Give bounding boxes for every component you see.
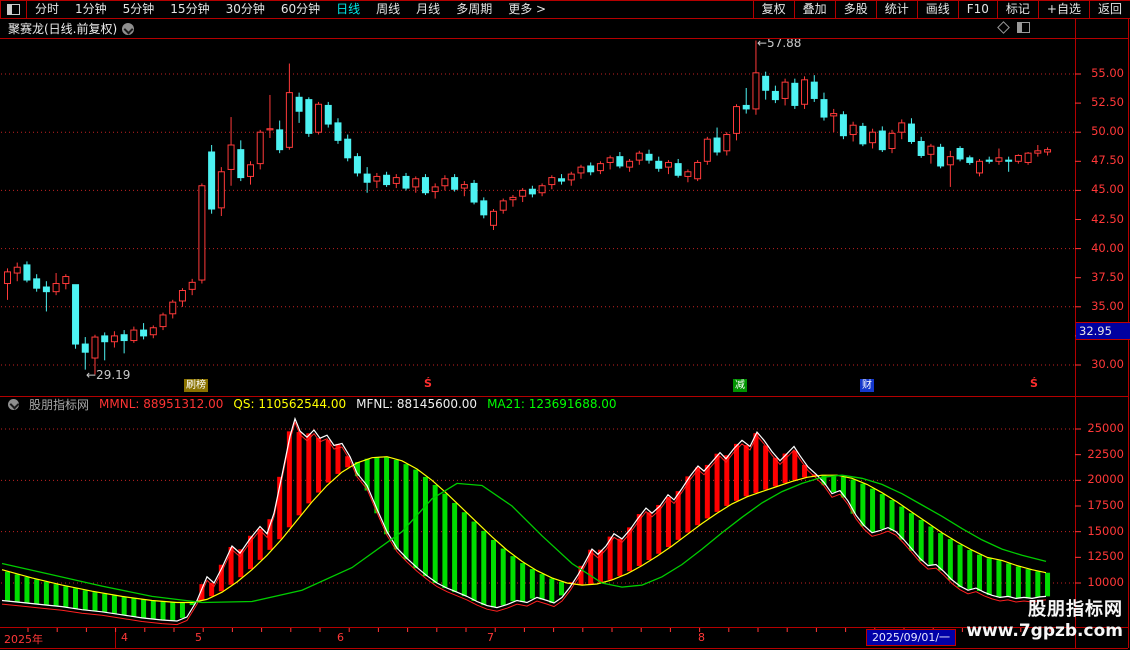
watermark-site-name: 股朋指标网 (1028, 599, 1123, 620)
indicator-axis-label: 12500 (1087, 549, 1124, 564)
toolbar-item-返回[interactable]: 返回 (1088, 1, 1130, 18)
month-label-8: 8 (698, 631, 705, 644)
toolbar-item-复权[interactable]: 复权 (752, 1, 794, 18)
month-label-4: 4 (121, 631, 128, 644)
toolbar-item-F10[interactable]: F10 (957, 1, 997, 18)
toolbar-item-画线[interactable]: 画线 (916, 1, 958, 18)
panel-split-icon[interactable] (1017, 22, 1030, 33)
last-date-badge: 2025/09/01/一 (866, 629, 956, 646)
chevron-down-icon[interactable] (122, 22, 135, 35)
toolbar-item-1分钟[interactable]: 1分钟 (67, 1, 115, 18)
year-label: 2025年 (4, 633, 43, 646)
app-window: 分时 1分钟 5分钟 15分钟 30分钟 60分钟 日线 周线 月线 多周期 更多 > 复权 叠加 多股… (0, 0, 1130, 650)
indicator-axis-label: 25000 (1087, 421, 1124, 435)
toolbar-item-30分钟[interactable]: 30分钟 (218, 1, 273, 18)
indicator-collapse-icon[interactable] (8, 398, 19, 410)
layout-split-icon[interactable] (0, 1, 27, 18)
toolbar-item-5分钟[interactable]: 5分钟 (115, 1, 163, 18)
month-label-6: 6 (337, 631, 344, 644)
indicator-axis-label: 15000 (1087, 523, 1124, 538)
indicator-value-MMNL: MMNL: 88951312.00 (99, 397, 224, 411)
indicator-value-QS: QS: 110562544.00 (233, 397, 347, 411)
period-menu: 分时 1分钟 5分钟 15分钟 30分钟 60分钟 日线 周线 月线 多周期 更多 > (0, 1, 554, 18)
toolbar-item-统计[interactable]: 统计 (875, 1, 917, 18)
watermark-url: www.7gpzb.com (966, 621, 1123, 641)
toolbar-item-多周期[interactable]: 多周期 (448, 1, 500, 18)
month-label-7: 7 (487, 631, 494, 644)
indicator-header: 股朋指标网 MMNL: 88951312.00 QS: 110562544.00 M… (3, 396, 617, 412)
indicator-axis-label: 20000 (1087, 472, 1124, 487)
toolbar-item-60分钟[interactable]: 60分钟 (273, 1, 328, 18)
toolbar-item-15分钟[interactable]: 15分钟 (162, 1, 217, 18)
function-menu: 复权 叠加 多股 统计 画线 F10 标记 +自选 返回 (752, 1, 1130, 18)
diamond-icon[interactable] (997, 21, 1010, 34)
toolbar-item-分时[interactable]: 分时 (27, 1, 67, 18)
date-axis: 2025年 2025/09/01/一 4 5 6 7 8 (0, 628, 1130, 649)
price-highlight-badge: 32.95 (1076, 322, 1130, 340)
indicator-value-MFNL: MFNL: 88145600.00 (356, 397, 478, 411)
indicator-source-label: 股朋指标网 (29, 397, 90, 412)
indicator-axis-label: 10000 (1087, 575, 1124, 589)
main-chart-area[interactable] (0, 38, 1075, 396)
title-bar: 聚赛龙(日线.前复权) (0, 19, 1075, 38)
watermark: 股朋指标网 www.7gpzb.com (966, 595, 1123, 641)
toolbar-item-更多[interactable]: 更多 > (500, 1, 554, 18)
top-toolbar: 分时 1分钟 5分钟 15分钟 30分钟 60分钟 日线 周线 月线 多周期 更多 > 复权 叠加 多股… (0, 0, 1130, 19)
toolbar-item-月线[interactable]: 月线 (408, 1, 448, 18)
chart-title: 聚赛龙(日线.前复权) (8, 22, 118, 36)
toolbar-item-叠加[interactable]: 叠加 (793, 1, 835, 18)
month-label-5: 5 (195, 631, 202, 644)
indicator-axis-label: 17500 (1087, 498, 1124, 512)
indicator-axis-label: 22500 (1087, 446, 1124, 461)
toolbar-item-周线[interactable]: 周线 (368, 1, 408, 18)
toolbar-item-标记[interactable]: 标记 (996, 1, 1038, 18)
indicator-chart-area[interactable] (0, 397, 1075, 627)
toolbar-item-日线[interactable]: 日线 (328, 1, 368, 18)
toolbar-item-+自选[interactable]: +自选 (1037, 1, 1089, 18)
indicator-value-MA21: MA21: 123691688.00 (487, 397, 617, 411)
toolbar-item-多股[interactable]: 多股 (834, 1, 876, 18)
